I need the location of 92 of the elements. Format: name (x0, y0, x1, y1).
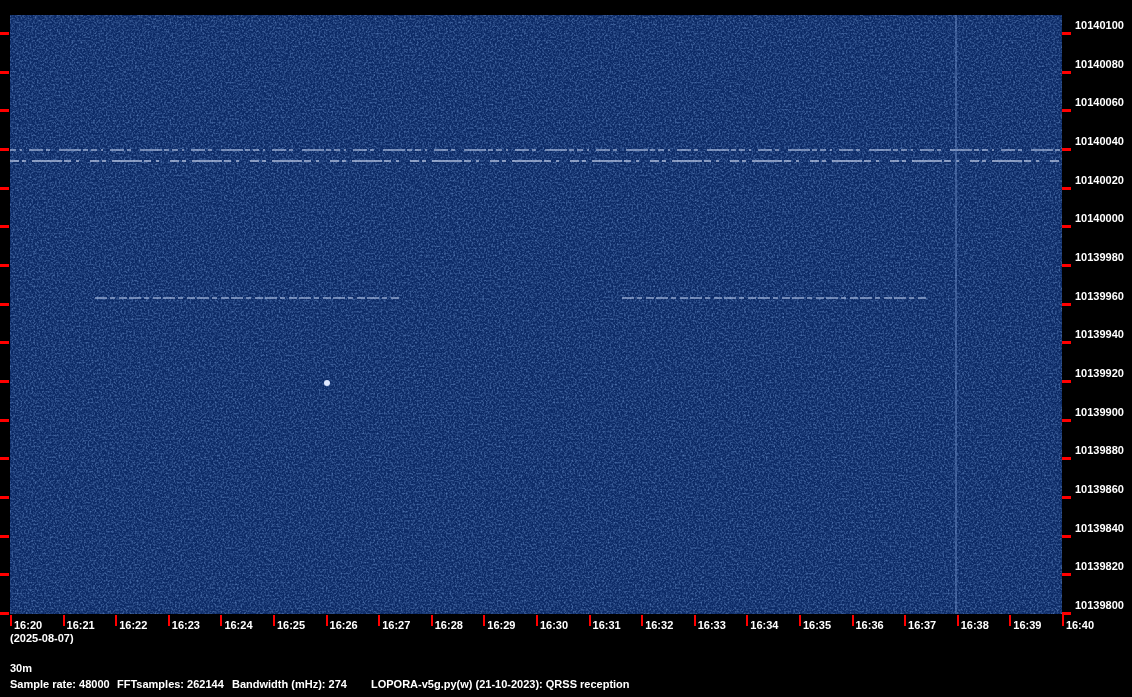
axis-tick (0, 70, 9, 74)
axis-tick (1062, 341, 1071, 345)
axis-tick (483, 615, 486, 626)
frequency-label: 10139820 (1075, 560, 1124, 573)
axis-tick (1009, 615, 1012, 626)
axis-tick (1062, 457, 1071, 461)
frequency-label: 10139960 (1075, 289, 1124, 302)
info-text: Sample rate: 48000 (10, 678, 110, 690)
axis-tick (0, 379, 9, 383)
axis-tick (62, 615, 65, 626)
time-label: 16:20 (14, 619, 43, 631)
time-label: 16:25 (276, 619, 306, 631)
axis-tick (1062, 534, 1071, 538)
time-label: 16:33 (697, 619, 726, 631)
axis-tick (693, 615, 696, 626)
axis-tick (1062, 109, 1071, 113)
axis-tick (956, 615, 959, 626)
time-label: 16:31 (592, 619, 621, 631)
frequency-label: 10139980 (1075, 250, 1124, 263)
axis-tick (325, 615, 328, 626)
axis-tick (1062, 418, 1071, 422)
time-label: 16:23 (171, 619, 200, 631)
axis-tick (0, 147, 9, 151)
axis-tick (1062, 225, 1071, 229)
time-label: 16:28 (434, 619, 463, 631)
axis-tick (0, 302, 9, 306)
time-label: 16:40 (1065, 619, 1094, 631)
axis-tick (1062, 147, 1071, 151)
info-text: FFTsamples: 262144 (117, 678, 224, 690)
axis-tick (798, 615, 801, 626)
axis-tick (746, 615, 749, 626)
axis-tick (641, 615, 644, 626)
frequency-label: 10139860 (1075, 482, 1124, 495)
time-label: 16:29 (487, 619, 516, 631)
date-label: (2025-08-07) (10, 632, 74, 644)
axis-tick (1062, 302, 1071, 306)
axis-tick (1062, 379, 1071, 383)
axis-tick (0, 418, 9, 422)
frequency-label: 10139800 (1075, 598, 1124, 611)
axis-tick (1062, 495, 1071, 499)
time-label: 16:39 (1013, 619, 1042, 631)
time-label: 16:24 (224, 619, 253, 631)
time-label: 16:26 (329, 619, 358, 631)
frequency-label: 10139920 (1075, 366, 1124, 379)
axis-tick (851, 615, 854, 626)
frequency-label: 10139900 (1075, 405, 1124, 418)
time-label: 16:32 (645, 619, 674, 631)
axis-tick (1062, 186, 1071, 190)
time-label: 16:34 (750, 619, 779, 631)
frequency-label: 10140100 (1075, 19, 1124, 31)
axis-tick (535, 615, 538, 626)
axis-tick (0, 225, 9, 229)
time-label: 16:36 (855, 619, 884, 631)
axis-tick (1062, 573, 1071, 577)
time-label: 16:21 (66, 619, 95, 631)
band-label: 30m (10, 662, 33, 674)
time-label: 16:35 (802, 619, 832, 631)
time-label: 16:30 (539, 619, 569, 631)
time-label: 16:27 (382, 619, 411, 631)
axis-tick (0, 109, 9, 113)
axis-tick (430, 615, 433, 626)
axis-tick (0, 263, 9, 267)
axis-tick (220, 615, 223, 626)
axis-tick (1062, 70, 1071, 74)
frequency-label: 10140060 (1075, 96, 1124, 109)
frequency-label: 10139880 (1075, 444, 1124, 457)
time-label: 16:37 (908, 619, 937, 631)
axis-tick (1062, 263, 1071, 267)
info-text: LOPORA-v5g.py(w) (21-10-2023): QRSS reception (371, 678, 630, 690)
axis-tick (167, 615, 170, 626)
axis-tick (0, 534, 9, 538)
axis-tick (0, 32, 9, 35)
frequency-label: 10140080 (1075, 57, 1124, 70)
axis-tick (0, 573, 9, 577)
axis-tick (0, 186, 9, 190)
axis-tick (0, 341, 9, 345)
axis-tick (0, 457, 9, 461)
axis-tick (588, 615, 591, 626)
frequency-label: 10139840 (1075, 521, 1124, 534)
axis-tick (904, 615, 907, 626)
time-label: 16:38 (960, 619, 989, 631)
axis-tick (115, 615, 118, 626)
frequency-label: 10140040 (1075, 134, 1124, 147)
frequency-label: 10139940 (1075, 328, 1124, 341)
axis-tick (272, 615, 275, 626)
time-label: 16:22 (119, 619, 148, 631)
axis-tick (0, 495, 9, 499)
frequency-label: 10140000 (1075, 212, 1124, 225)
info-text: Bandwidth (mHz): 274 (232, 678, 347, 690)
frequency-label: 10140020 (1075, 173, 1124, 186)
axis-tick (378, 615, 381, 626)
axis-tick (1062, 32, 1071, 35)
